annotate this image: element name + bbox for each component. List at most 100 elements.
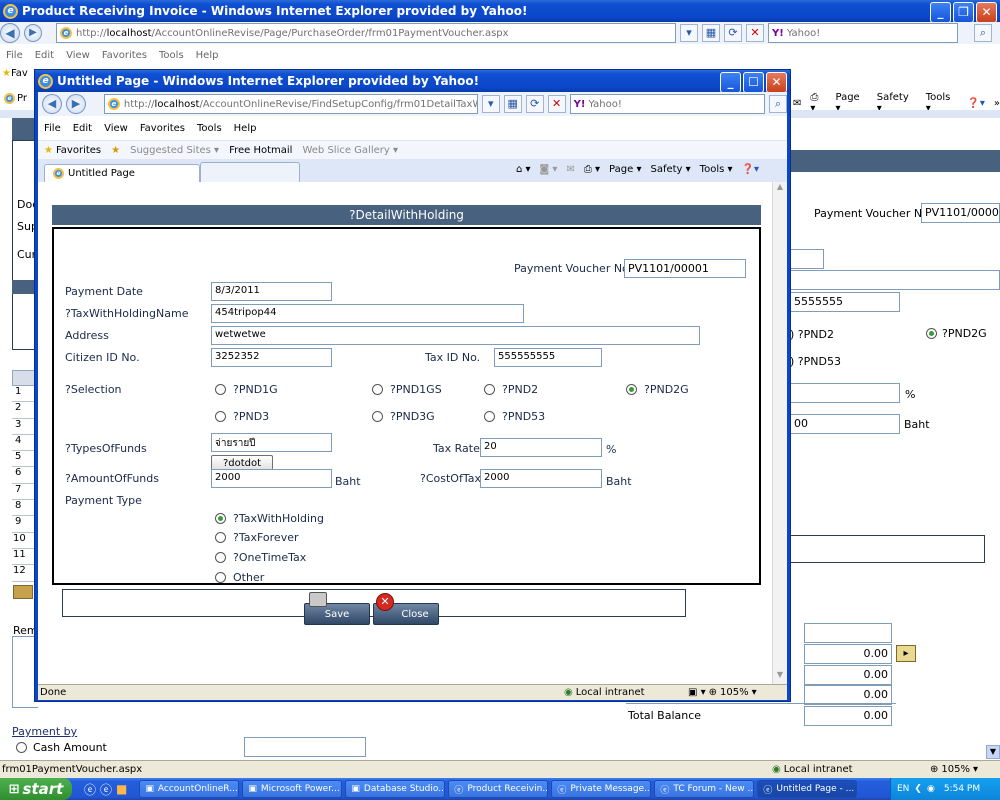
popup-home-icon[interactable]: ⌂ ▾ <box>516 164 531 175</box>
popup-close-window-button[interactable]: ✕ <box>766 72 787 93</box>
popup-address-dropdown-icon[interactable]: ▾ <box>481 95 500 113</box>
bg-rate-input[interactable] <box>790 383 900 403</box>
popup-print-icon[interactable]: ⎙ ▾ <box>584 164 600 175</box>
task-database-studio[interactable]: ▣ Database Studio... <box>345 780 446 798</box>
refresh-icon[interactable]: ⟳ <box>724 24 742 42</box>
bg-address-input[interactable] <box>790 270 1000 290</box>
scroll-up-icon[interactable]: ▲ <box>773 182 787 196</box>
popup-vertical-scrollbar[interactable]: ▲ ▼ <box>772 182 787 684</box>
quicklaunch-ie2-icon[interactable]: ⓔ <box>100 781 112 798</box>
favorites-button[interactable]: ★ Favorites <box>44 145 101 156</box>
payment-type-taxwithholding[interactable]: ?TaxWithHolding <box>215 512 324 525</box>
popup-back-icon[interactable]: ◀ <box>42 94 62 114</box>
menu-favorites[interactable]: Favorites <box>102 50 147 61</box>
bg-total-balance-input[interactable]: 0.00 <box>804 706 892 726</box>
close-window-button[interactable]: ✕ <box>976 2 997 23</box>
popup-address-bar[interactable]: e http://localhost/AccountOnlineRevise/F… <box>103 94 478 114</box>
popup-menu-help[interactable]: Help <box>234 123 257 134</box>
language-indicator[interactable]: EN <box>897 784 909 794</box>
popup-menu-view[interactable]: View <box>104 123 128 134</box>
quicklaunch-app-icon[interactable]: ■ <box>116 782 127 796</box>
back-icon[interactable]: ◀ <box>0 23 20 43</box>
bg-radio-pnd53[interactable]: ) ?PND53 <box>790 355 841 368</box>
radio-pnd1g[interactable]: ?PND1G <box>215 383 278 396</box>
stop-icon[interactable]: ✕ <box>746 24 764 42</box>
bg-radio-pnd2g[interactable]: ?PND2G <box>926 327 987 340</box>
minimize-button[interactable]: _ <box>930 2 951 23</box>
popup-feeds-icon[interactable]: ◙ ▾ <box>540 164 558 175</box>
popup-menu-favorites[interactable]: Favorites <box>140 123 185 134</box>
payment-by-link[interactable]: Payment by <box>12 725 77 738</box>
restore-button[interactable]: ❐ <box>953 2 974 23</box>
bg-payment-voucher-input[interactable]: PV1101/00001 <box>921 203 1000 223</box>
popup-tab-untitled[interactable]: e Untitled Page <box>44 164 200 182</box>
payment-type-onetimetax[interactable]: ?OneTimeTax <box>215 551 306 564</box>
close-button[interactable]: ✕ Close <box>373 593 439 625</box>
bg-radio-pnd2[interactable]: ) ?PND2 <box>790 328 834 341</box>
radio-pnd3g[interactable]: ?PND3G <box>372 410 435 423</box>
tax-id-input[interactable]: 555555555 <box>494 348 602 367</box>
bg-fav-fragment[interactable]: ★Fav <box>2 68 28 79</box>
payment-voucher-input[interactable]: PV1101/00001 <box>624 259 746 278</box>
bg-tab-fragment[interactable]: e Pr <box>4 93 27 104</box>
citizen-id-input[interactable]: 3252352 <box>211 348 332 367</box>
popup-titlebar[interactable]: e Untitled Page - Windows Internet Explo… <box>35 70 790 93</box>
popup-minimize-button[interactable]: _ <box>720 72 741 93</box>
menu-edit[interactable]: Edit <box>35 50 54 61</box>
payment-type-other[interactable]: Other <box>215 571 264 584</box>
cash-amount-input[interactable] <box>244 737 366 757</box>
popup-tools-menu[interactable]: Tools ▾ <box>700 164 733 175</box>
bg-total-input-2[interactable]: 0.00 <box>804 665 892 685</box>
cash-amount-radio[interactable]: Cash Amount <box>16 741 107 754</box>
popup-safety-menu[interactable]: Safety ▾ <box>650 164 690 175</box>
task-powerpoint[interactable]: ▣ Microsoft Power... <box>242 780 343 798</box>
search-icon[interactable]: ⌕ <box>974 24 992 42</box>
tax-rate-input[interactable]: 20 <box>480 438 602 457</box>
background-search-box[interactable]: Y! Yahoo! <box>768 23 958 43</box>
tray-arrow-icon[interactable]: ❮ <box>914 784 922 794</box>
popup-stop-icon[interactable]: ✕ <box>547 95 566 113</box>
types-of-funds-input[interactable]: จ่ายรายปี <box>211 433 332 452</box>
popup-help-icon[interactable]: ❓▾ <box>742 164 759 175</box>
start-button[interactable]: ⊞ start <box>0 778 72 800</box>
payment-date-input[interactable]: 8/3/2011 <box>211 282 332 301</box>
bg-scrollbar[interactable]: ▼ <box>986 745 1000 759</box>
suggested-sites-link[interactable]: Suggested Sites ▾ <box>130 145 219 156</box>
bg-status-zoom[interactable]: ⊕ 105% ▾ <box>930 764 978 775</box>
popup-refresh-icon[interactable]: ⟳ <box>525 95 544 113</box>
radio-pnd2[interactable]: ?PND2 <box>484 383 538 396</box>
task-product-receiving[interactable]: ⓔ Product Receivin... <box>448 780 549 798</box>
save-button[interactable]: Save <box>304 592 370 625</box>
bg-total-input-1[interactable]: 0.00 <box>804 644 892 664</box>
tray-network-icon[interactable]: ◉ <box>927 784 935 794</box>
payment-type-taxforever[interactable]: ?TaxForever <box>215 531 299 544</box>
clock[interactable]: 5:54 PM <box>944 784 980 794</box>
bg-amount-input[interactable]: 00 <box>790 414 900 434</box>
menu-help[interactable]: Help <box>196 50 219 61</box>
chevron-more-icon[interactable]: » <box>994 98 1000 109</box>
menu-file[interactable]: File <box>6 50 23 61</box>
bg-taxid-input[interactable]: 5555555 <box>790 292 900 312</box>
compat-view-icon[interactable]: ▦ <box>702 24 720 42</box>
menu-view[interactable]: View <box>66 50 90 61</box>
taxwithholding-name-input[interactable]: 454tripop44 <box>211 304 524 323</box>
task-untitled-page[interactable]: ⓔ Untitled Page - ... <box>757 780 858 798</box>
popup-compat-icon[interactable]: ▦ <box>503 95 522 113</box>
task-tc-forum[interactable]: ⓔ TC Forum - New ... <box>654 780 755 798</box>
popup-mail-icon[interactable]: ✉ <box>566 164 574 175</box>
address-dropdown-icon[interactable]: ▾ <box>680 24 698 42</box>
popup-search-box[interactable]: Y! Yahoo! <box>569 94 766 114</box>
menu-tools[interactable]: Tools <box>159 50 184 61</box>
radio-pnd1gs[interactable]: ?PND1GS <box>372 383 442 396</box>
free-hotmail-link[interactable]: Free Hotmail <box>229 145 292 156</box>
radio-pnd2g[interactable]: ?PND2G <box>626 383 689 396</box>
new-tab-button[interactable] <box>200 162 300 182</box>
background-titlebar[interactable]: e Product Receiving Invoice - Windows In… <box>0 0 1000 23</box>
mail-icon[interactable]: ✉ <box>793 98 801 109</box>
export-icon[interactable]: ▸ <box>896 645 916 662</box>
popup-maximize-button[interactable]: ☐ <box>743 72 764 93</box>
cost-of-tax-input[interactable]: 2000 <box>480 469 602 488</box>
radio-pnd53[interactable]: ?PND53 <box>484 410 545 423</box>
address-input[interactable]: wetwetwe <box>211 326 700 345</box>
help-icon[interactable]: ❓▾ <box>967 98 984 109</box>
